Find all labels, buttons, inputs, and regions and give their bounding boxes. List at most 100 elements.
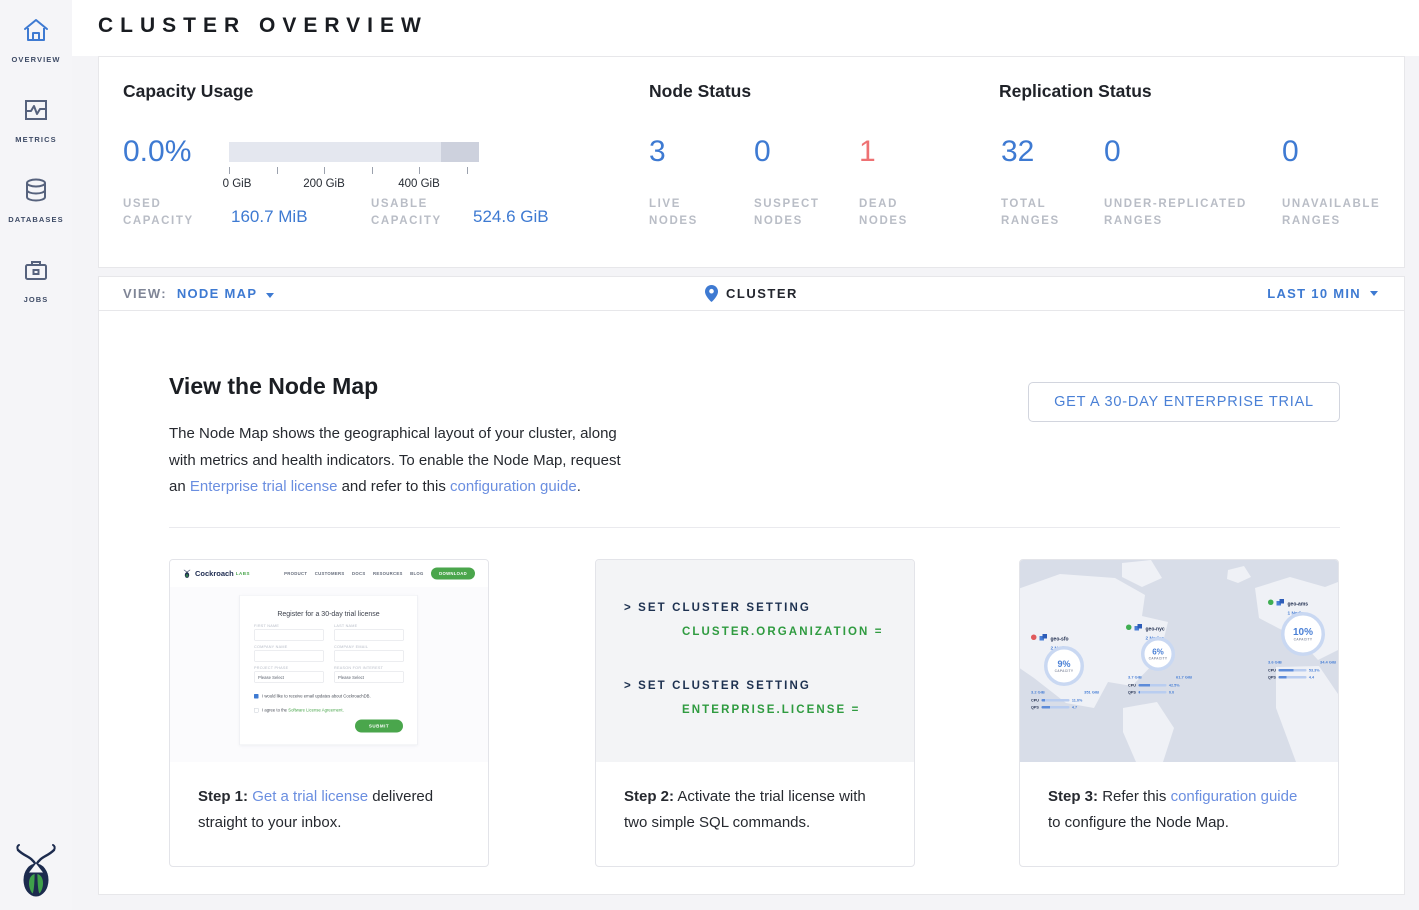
email-updates-checkbox[interactable] xyxy=(254,694,259,699)
node-status-dot-green xyxy=(1268,600,1274,606)
mini-site-nav-resources[interactable]: RESOURCES xyxy=(373,571,403,576)
email-updates-checkbox-row: I would like to receive email updates ab… xyxy=(254,694,371,699)
usable-capacity-label: USABLE CAPACITY xyxy=(371,196,455,230)
mini-site-nav-product[interactable]: PRODUCT xyxy=(284,571,307,576)
configuration-guide-link[interactable]: configuration guide xyxy=(1171,788,1298,805)
node-used: 3.2 GiB xyxy=(1031,690,1045,695)
mini-site-nav-docs[interactable]: DOCS xyxy=(352,571,365,576)
gauge-tick xyxy=(419,167,420,174)
project-phase-label: PROJECT PHASE xyxy=(254,666,324,671)
qps-value: 0.0 xyxy=(1169,690,1174,695)
mini-site-nav-customers[interactable]: CUSTOMERS xyxy=(315,571,345,576)
cluster-summary-panel: Capacity Usage 0.0% 0 GiB 200 GiB 400 Gi… xyxy=(98,56,1405,268)
node-capacity-pct: 6% xyxy=(1152,648,1164,657)
live-nodes-label: LIVE NODES xyxy=(649,196,729,230)
briefcase-icon xyxy=(22,256,50,284)
page-header: CLUSTER OVERVIEW xyxy=(72,0,1419,56)
step1-caption: Step 1: Get a trial license delivered st… xyxy=(170,762,488,836)
cockroach-labs-logo-icon xyxy=(13,843,59,904)
qps-bar xyxy=(1138,691,1166,694)
mini-site-nav: PRODUCT CUSTOMERS DOCS RESOURCES BLOG DO… xyxy=(284,568,475,580)
step1-prefix: Step 1: xyxy=(198,788,248,805)
node-cubes-icon xyxy=(1277,599,1285,606)
node-capacity-label: CAPACITY xyxy=(1055,670,1074,674)
under-replicated-ranges-value: 0 xyxy=(1104,135,1121,169)
step2-code-snippet: > SET CLUSTER SETTING CLUSTER.ORGANIZATI… xyxy=(596,560,914,762)
gauge-tick xyxy=(467,167,468,174)
node-capacity-pct: 9% xyxy=(1057,659,1070,670)
enterprise-trial-license-link[interactable]: Enterprise trial license xyxy=(190,478,338,495)
mini-site-nav-blog[interactable]: BLOG xyxy=(410,571,423,576)
step3-prefix: Step 3: xyxy=(1048,788,1098,805)
metrics-icon xyxy=(22,96,50,124)
license-agreement-label: I agree to the Software License Agreemen… xyxy=(262,708,344,713)
cpu-label: CPU xyxy=(1128,683,1136,688)
gauge-tick xyxy=(324,167,325,174)
qps-bar xyxy=(1278,676,1306,679)
step2-card: > SET CLUSTER SETTING CLUSTER.ORGANIZATI… xyxy=(595,559,915,867)
usable-capacity-value: 524.6 GiB xyxy=(473,207,549,227)
unavailable-ranges-label: UNAVAILABLE RANGES xyxy=(1282,196,1392,230)
code-command: SET CLUSTER SETTING xyxy=(638,602,811,614)
submit-button[interactable]: SUBMIT xyxy=(355,720,403,733)
mini-site-logo-suffix: LABS xyxy=(236,571,250,576)
sidebar-item-label: METRICS xyxy=(0,135,72,144)
capacity-gauge: 0 GiB 200 GiB 400 GiB xyxy=(229,142,479,192)
company-name-label: COMPANY NAME xyxy=(254,645,324,650)
last-name-field[interactable] xyxy=(334,630,404,641)
live-nodes-value: 3 xyxy=(649,135,666,169)
qps-label: QPS xyxy=(1031,705,1039,710)
cpu-bar xyxy=(1041,699,1069,702)
cpu-label: CPU xyxy=(1031,698,1039,703)
node-capacity-range: 3.7 GiB 61.7 GiB xyxy=(1128,675,1192,680)
cpu-value: 53.3% xyxy=(1309,668,1320,673)
qps-label: QPS xyxy=(1268,675,1276,680)
node-capacity-range: 3.2 GiB 351 GiB xyxy=(1031,690,1099,695)
sidebar-item-overview[interactable]: OVERVIEW xyxy=(0,16,72,64)
code-line-4: ENTERPRISE.LICENSE = xyxy=(682,704,860,716)
capacity-gauge-reserved-segment xyxy=(441,142,479,162)
under-replicated-ranges-label: UNDER-REPLICATED RANGES xyxy=(1104,196,1274,230)
code-line-1: > SET CLUSTER SETTING xyxy=(624,602,811,614)
suspect-nodes-value: 0 xyxy=(754,135,771,169)
time-range-selector[interactable]: LAST 10 MIN xyxy=(1267,277,1378,310)
project-phase-select[interactable]: Please Select xyxy=(254,672,324,683)
node-used: 3.7 GiB xyxy=(1128,675,1142,680)
unavailable-ranges-value: 0 xyxy=(1282,135,1299,169)
reason-for-interest-select[interactable]: Please Select xyxy=(334,672,404,683)
company-email-label: COMPANY EMAIL xyxy=(334,645,404,650)
description-text: . xyxy=(577,478,581,495)
node-capacity-range: 3.6 GiB 34.4 GiB xyxy=(1268,660,1336,665)
mini-site-download-button[interactable]: DOWNLOAD xyxy=(431,568,475,580)
sidebar-item-metrics[interactable]: METRICS xyxy=(0,96,72,144)
dead-nodes-label: DEAD NODES xyxy=(859,196,939,230)
capacity-gauge-circle: 10% CAPACITY xyxy=(1281,612,1325,656)
company-name-field[interactable] xyxy=(254,651,324,662)
map-node-geo-ams: geo-ams 1 Node 10% CAPACITY 3.6 GiB 34.4… xyxy=(1268,599,1338,617)
email-updates-checkbox-label: I would like to receive email updates ab… xyxy=(262,694,371,699)
capacity-usage-title: Capacity Usage xyxy=(123,81,253,102)
software-license-agreement-link[interactable]: Software License Agreement. xyxy=(288,708,344,713)
code-prompt: > xyxy=(624,680,633,692)
get-trial-license-link[interactable]: Get a trial license xyxy=(252,788,368,805)
node-qps-row: QPS 4.7 xyxy=(1031,705,1077,710)
total-ranges-label: TOTAL RANGES xyxy=(1001,196,1081,230)
enterprise-trial-button[interactable]: GET A 30-DAY ENTERPRISE TRIAL xyxy=(1028,382,1340,422)
capacity-gauge-circle: 6% CAPACITY xyxy=(1141,637,1175,671)
configuration-guide-link[interactable]: configuration guide xyxy=(450,478,577,495)
first-name-field[interactable] xyxy=(254,630,324,641)
sidebar-item-databases[interactable]: DATABASES xyxy=(0,176,72,224)
node-status-dot-red xyxy=(1031,635,1037,641)
capacity-gauge-circle: 9% CAPACITY xyxy=(1044,646,1084,686)
chevron-down-icon xyxy=(1370,291,1378,296)
step2-prefix: Step 2: xyxy=(624,788,674,805)
node-name: geo-ams xyxy=(1288,602,1309,608)
step3-node-map-preview: geo-sfo 2 Nodes 9% CAPACITY 3.2 GiB 351 … xyxy=(1020,560,1338,762)
sidebar-item-label: DATABASES xyxy=(0,215,72,224)
company-email-field[interactable] xyxy=(334,651,404,662)
license-agreement-checkbox[interactable] xyxy=(254,708,259,713)
sidebar-item-jobs[interactable]: JOBS xyxy=(0,256,72,304)
step3-caption: Step 3: Refer this configuration guide t… xyxy=(1020,762,1338,836)
used-capacity-label: USED CAPACITY xyxy=(123,196,207,230)
cpu-bar xyxy=(1138,684,1166,687)
